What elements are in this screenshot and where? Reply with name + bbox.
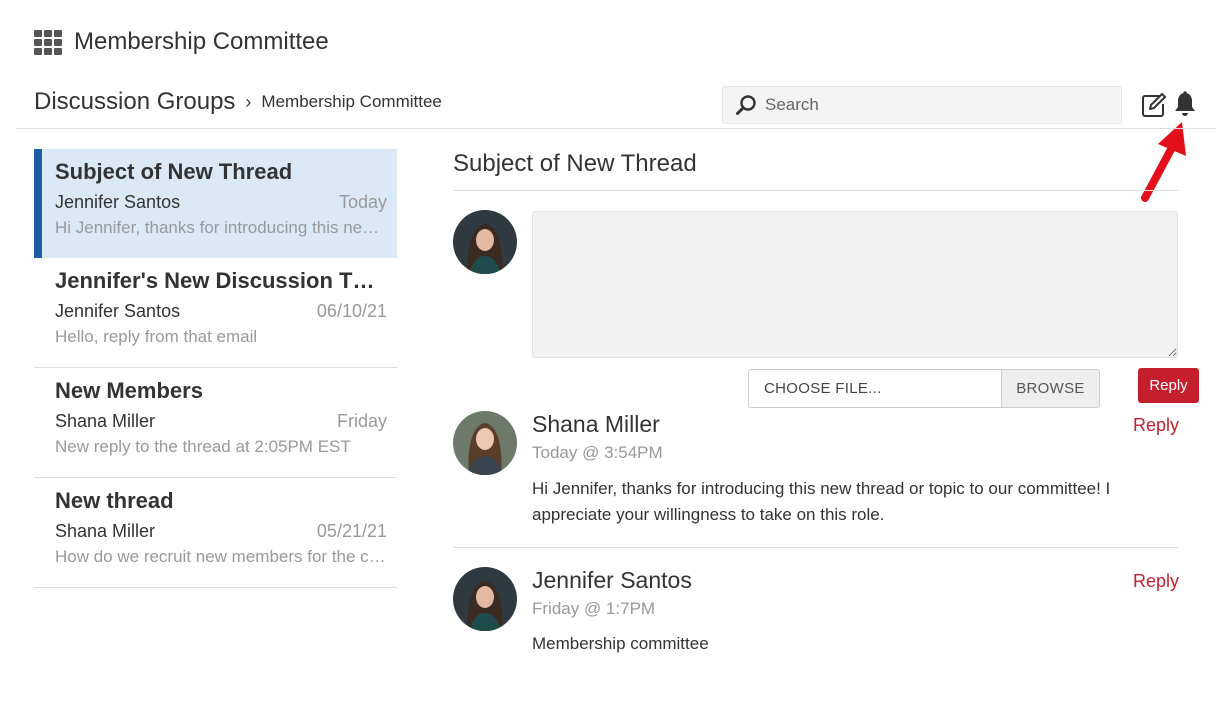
post-timestamp: Today @ 3:54PM bbox=[532, 443, 663, 462]
breadcrumb-separator: › bbox=[245, 91, 252, 112]
post-divider bbox=[453, 547, 1178, 548]
apps-grid-icon[interactable] bbox=[34, 29, 62, 55]
thread-date: Friday bbox=[336, 411, 387, 431]
thread-date: 06/10/21 bbox=[316, 301, 387, 321]
post-body: Membership committee bbox=[532, 634, 709, 653]
post-body: Hi Jennifer, thanks for introducing this… bbox=[532, 479, 1111, 524]
thread-item[interactable]: New thread Shana Miller 05/21/21 How do … bbox=[34, 478, 397, 588]
thread-author: Shana Miller bbox=[55, 521, 156, 541]
thread-subject: New Members bbox=[55, 378, 203, 403]
thread-preview: Hello, reply from that email bbox=[55, 327, 258, 346]
thread-title: Subject of New Thread bbox=[453, 150, 697, 177]
post-author-avatar bbox=[453, 411, 517, 475]
app-header: Membership Committee bbox=[34, 26, 329, 58]
post-author: Jennifer Santos bbox=[532, 567, 692, 593]
notification-bell-icon[interactable] bbox=[1173, 91, 1197, 117]
thread-author: Jennifer Santos bbox=[55, 192, 181, 212]
annotation-arrow bbox=[1141, 122, 1186, 202]
breadcrumb: Discussion Groups › Membership Committee bbox=[34, 86, 442, 118]
search-input[interactable] bbox=[765, 95, 1105, 115]
post-author-avatar bbox=[453, 567, 517, 631]
thread-preview: How do we recruit new members for the co… bbox=[55, 547, 387, 566]
thread-author: Shana Miller bbox=[55, 411, 156, 431]
current-user-avatar bbox=[453, 210, 517, 274]
browse-button[interactable]: BROWSE bbox=[1001, 370, 1099, 407]
compose-icon[interactable] bbox=[1141, 92, 1167, 118]
file-chooser[interactable]: CHOOSE FILE... BROWSE bbox=[748, 369, 1100, 408]
post-reply-link[interactable]: Reply bbox=[1133, 415, 1179, 436]
post-author: Shana Miller bbox=[532, 411, 660, 437]
post-reply-link[interactable]: Reply bbox=[1133, 571, 1179, 592]
search-box[interactable] bbox=[722, 86, 1122, 124]
thread-subject: Jennifer's New Discussion Thread bbox=[55, 268, 387, 293]
thread-item[interactable]: New Members Shana Miller Friday New repl… bbox=[34, 368, 397, 478]
thread-date: 05/21/21 bbox=[316, 521, 387, 541]
reply-submit-button[interactable]: Reply bbox=[1138, 368, 1199, 403]
breadcrumb-current: Membership Committee bbox=[261, 92, 442, 111]
post-timestamp: Friday @ 1:7PM bbox=[532, 599, 656, 618]
thread-subject: Subject of New Thread bbox=[55, 159, 293, 184]
thread-item[interactable]: Subject of New Thread Jennifer Santos To… bbox=[34, 149, 397, 258]
thread-subject: New thread bbox=[55, 488, 174, 513]
app-title: Membership Committee bbox=[74, 28, 329, 55]
reply-textarea[interactable] bbox=[532, 211, 1178, 358]
thread-date: Today bbox=[338, 192, 387, 212]
choose-file-label[interactable]: CHOOSE FILE... bbox=[749, 370, 1001, 407]
thread-item[interactable]: Jennifer's New Discussion Thread Jennife… bbox=[34, 258, 397, 368]
thread-list: Subject of New Thread Jennifer Santos To… bbox=[34, 149, 397, 588]
title-divider bbox=[453, 190, 1178, 191]
header-divider bbox=[16, 128, 1216, 129]
thread-preview: Hi Jennifer, thanks for introducing this… bbox=[55, 218, 387, 237]
thread-preview: New reply to the thread at 2:05PM EST bbox=[55, 437, 351, 456]
search-icon bbox=[736, 95, 756, 115]
thread-author: Jennifer Santos bbox=[55, 301, 181, 321]
breadcrumb-discussion-groups[interactable]: Discussion Groups bbox=[34, 88, 235, 116]
